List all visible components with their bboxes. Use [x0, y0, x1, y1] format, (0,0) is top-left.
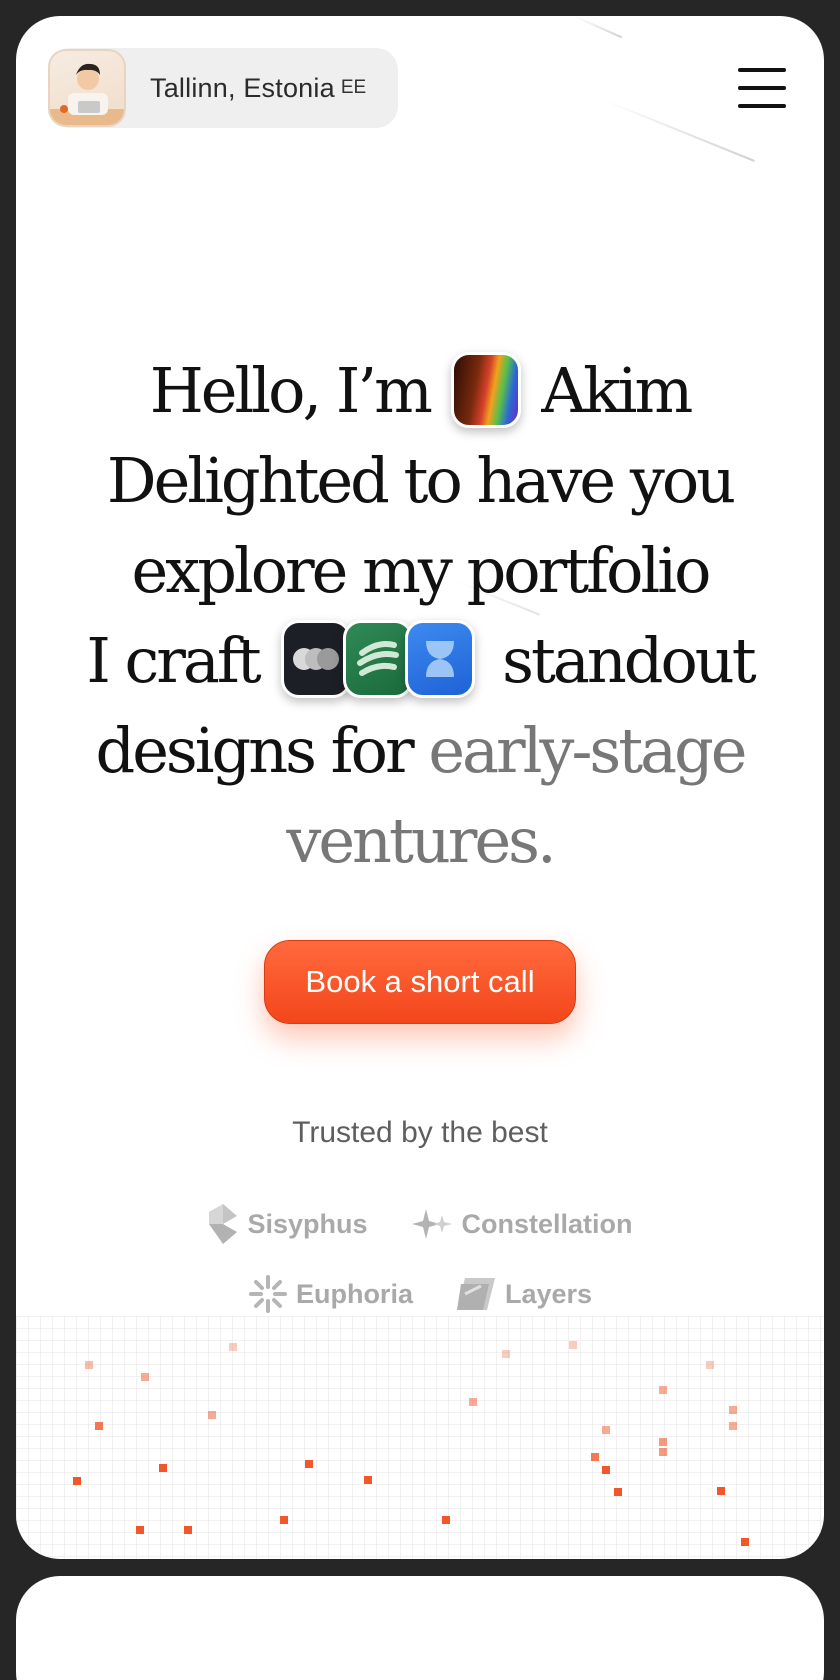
next-section-card: [16, 1576, 824, 1680]
hero-text: Delighted to have you: [106, 444, 736, 517]
logo-row: Sisyphus Constellation: [16, 1202, 824, 1246]
hero-text: Hello, I’m: [149, 354, 433, 427]
logo-label: Euphoria: [295, 1278, 413, 1309]
hero-text: explore my portfolio: [131, 534, 712, 607]
blue-app-icon: [405, 619, 476, 698]
sisyphus-icon: [209, 1204, 238, 1244]
hero-line: designs for early-stage: [16, 706, 824, 796]
burst-icon: [248, 1275, 287, 1313]
portrait-photo-icon: [450, 351, 521, 428]
hero-text: designs for: [95, 714, 415, 787]
trusted-title: Trusted by the best: [292, 1116, 548, 1149]
dark-app-icon: [281, 619, 352, 698]
euphoria-logo: Euphoria: [248, 1274, 413, 1314]
sparkle-icon: [411, 1209, 452, 1239]
location-pill: Tallinn, Estonia EE: [48, 48, 398, 128]
logo-label: Layers: [504, 1278, 593, 1309]
hero-heading: Hello, I’m Akim Delighted to have you ex…: [16, 346, 824, 886]
avatar: [48, 49, 126, 127]
app-icons-group: [281, 619, 479, 700]
hero-name: Akim: [541, 354, 693, 427]
decorative-line: [575, 16, 623, 39]
sisyphus-logo: Sisyphus: [207, 1202, 368, 1246]
layers-logo: Layers: [455, 1274, 592, 1314]
hero-highlight-text: ventures.: [286, 804, 556, 877]
logo-row: Euphoria Layers: [16, 1274, 824, 1314]
hero-line: I craft standout: [16, 616, 824, 706]
hamburger-menu-icon[interactable]: [738, 68, 786, 108]
hero-line: ventures.: [16, 796, 824, 886]
hero-line: Hello, I’m Akim: [16, 346, 824, 436]
book-call-button[interactable]: Book a short call: [264, 940, 576, 1024]
hero-card: Tallinn, Estonia EE Hello, I’m Akim Deli…: [16, 16, 824, 1559]
constellation-logo: Constellation: [410, 1207, 633, 1241]
hero-text: standout: [502, 624, 756, 697]
hero-line: Delighted to have you: [16, 436, 824, 526]
logo-label: Sisyphus: [247, 1208, 368, 1239]
hero-text: I craft: [86, 624, 261, 697]
green-app-icon: [343, 619, 414, 698]
location-text: Tallinn, Estonia: [150, 72, 335, 103]
layers-icon: [456, 1278, 495, 1310]
logo-label: Constellation: [461, 1208, 633, 1239]
hero-highlight-text: early-stage: [428, 714, 747, 787]
hero-line: explore my portfolio: [16, 526, 824, 616]
country-code: EE: [340, 77, 367, 98]
pixel-grid-decoration: [16, 1316, 824, 1559]
decorative-line: [605, 100, 755, 162]
